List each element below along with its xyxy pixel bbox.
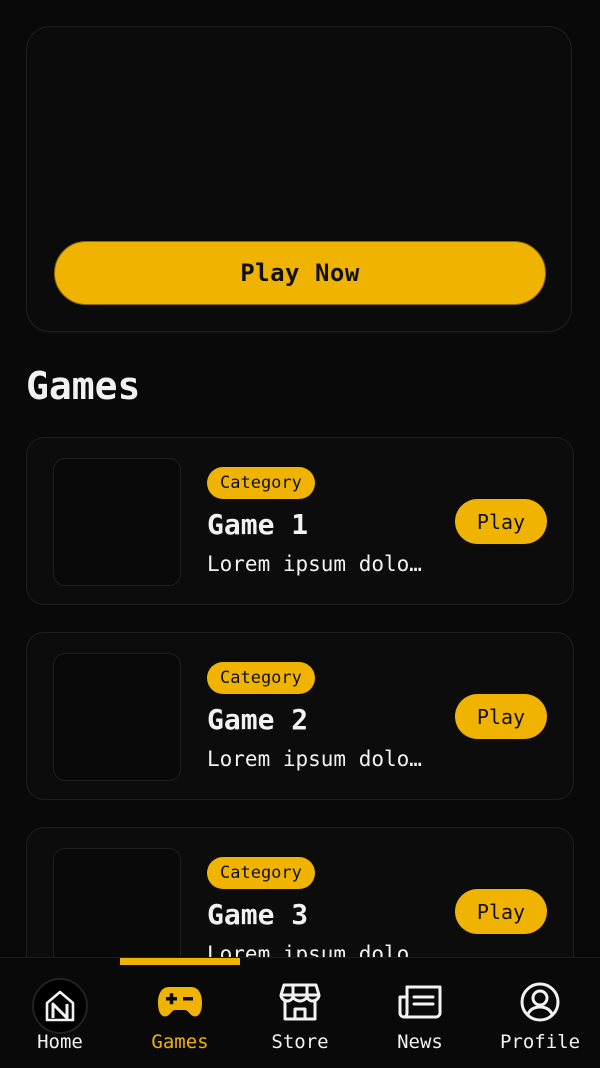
play-now-button[interactable]: Play Now — [54, 241, 546, 305]
tab-label: News — [397, 1031, 443, 1053]
game-title: Game 2 — [207, 703, 309, 736]
game-description: Lorem ipsum dolor sit amet — [207, 552, 427, 576]
tab-news[interactable]: News — [360, 958, 480, 1068]
category-badge: Category — [207, 662, 315, 694]
game-card[interactable]: Category Game 1 Lorem ipsum dolor sit am… — [26, 437, 574, 605]
profile-icon — [516, 978, 564, 1026]
category-badge: Category — [207, 857, 315, 889]
tab-label: Profile — [499, 1031, 581, 1053]
gamepad-icon — [156, 978, 204, 1026]
game-thumbnail — [53, 653, 181, 781]
game-thumbnail — [53, 458, 181, 586]
play-button[interactable]: Play — [455, 889, 547, 934]
tab-store[interactable]: Store — [240, 958, 360, 1068]
games-section-title: Games — [26, 364, 141, 408]
play-button[interactable]: Play — [455, 499, 547, 544]
featured-hero-card: Play Now — [26, 26, 572, 332]
game-title: Game 1 — [207, 508, 309, 541]
newspaper-icon — [396, 978, 444, 1026]
home-logo-icon — [32, 978, 88, 1034]
play-button[interactable]: Play — [455, 694, 547, 739]
tab-label: Games — [151, 1031, 209, 1053]
tab-profile[interactable]: Profile — [480, 958, 600, 1068]
category-badge: Category — [207, 467, 315, 499]
bottom-tab-bar: Home Games Store News Profile — [0, 957, 600, 1067]
game-card[interactable]: Category Game 2 Lorem ipsum dolor sit am… — [26, 632, 574, 800]
tab-games[interactable]: Games — [120, 958, 240, 1068]
tab-label: Store — [271, 1031, 329, 1053]
tab-home[interactable]: Home — [0, 958, 120, 1068]
game-title: Game 3 — [207, 898, 309, 931]
tab-label: Home — [37, 1031, 83, 1053]
games-list: Category Game 1 Lorem ipsum dolor sit am… — [26, 437, 574, 1022]
store-icon — [276, 978, 324, 1026]
game-description: Lorem ipsum dolor sit amet — [207, 747, 427, 771]
